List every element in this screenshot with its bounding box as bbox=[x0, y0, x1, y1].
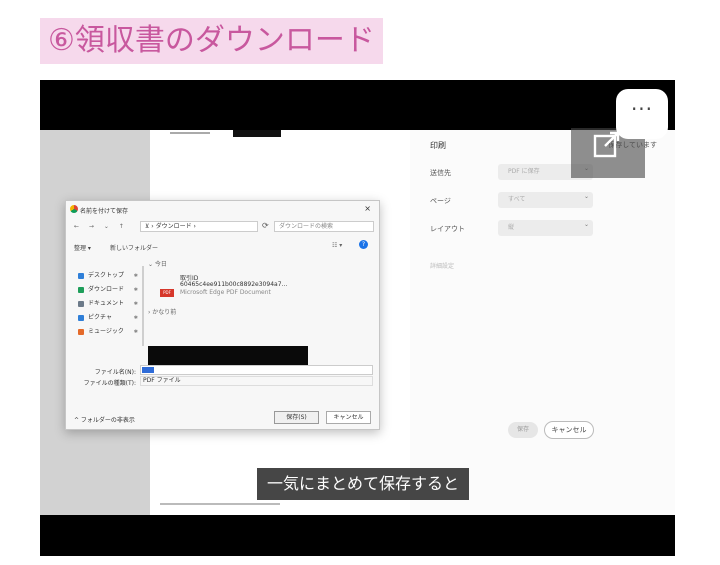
help-icon[interactable]: ? bbox=[359, 240, 368, 249]
print-save-button[interactable]: 保存 bbox=[508, 422, 538, 438]
pdf-icon: PDF bbox=[160, 289, 174, 297]
print-title: 印刷 bbox=[430, 141, 446, 150]
filetype-select[interactable]: PDF ファイル bbox=[140, 376, 373, 386]
section-heading: ⑥領収書のダウンロード bbox=[40, 18, 383, 64]
cancel-button[interactable]: キャンセル bbox=[326, 411, 371, 424]
new-folder-button[interactable]: 新しいフォルダー bbox=[110, 243, 158, 252]
address-bar[interactable]: ⊻ › ダウンロード › bbox=[140, 221, 258, 232]
filetype-label: ファイルの種類(T): bbox=[83, 380, 136, 387]
sidebar-item-documents[interactable]: ドキュメント bbox=[76, 297, 138, 311]
sidebar-item-music[interactable]: ミュージック bbox=[76, 325, 138, 339]
redaction-bar bbox=[233, 130, 281, 137]
organize-button[interactable]: 整理 ▾ bbox=[74, 243, 91, 252]
sidebar-item-pictures[interactable]: ピクチャ bbox=[76, 311, 138, 325]
layout-select[interactable]: 縦 bbox=[498, 217, 593, 236]
video-subtitle: 一気にまとめて保存すると bbox=[257, 468, 470, 500]
refresh-icon[interactable]: ⟳ bbox=[262, 221, 269, 230]
sidebar-scrollbar[interactable] bbox=[142, 266, 144, 346]
print-cancel-button[interactable]: キャンセル bbox=[544, 421, 594, 439]
open-external-icon[interactable] bbox=[592, 131, 622, 159]
video-frame: 印刷 保存しています 送信先 PDF に保存 ページ すべて レイアウト 縦 詳… bbox=[40, 130, 675, 515]
dialog-sidebar: デスクトップ ダウンロード ドキュメント ピクチャ ミュージック bbox=[76, 269, 138, 339]
nav-arrows[interactable]: ← → ⌄ ↑ bbox=[74, 223, 128, 230]
destination-label: 送信先 bbox=[430, 169, 451, 177]
dialog-footer: ^ フォルダーの非表示 保存(S) キャンセル bbox=[66, 406, 379, 431]
search-input[interactable]: ダウンロードの検索 bbox=[274, 221, 374, 232]
text-selection bbox=[142, 367, 154, 373]
dialog-title: 名前を付けて保存 bbox=[80, 208, 129, 215]
sidebar-item-desktop[interactable]: デスクトップ bbox=[76, 269, 138, 283]
group-today[interactable]: ⌄ 今日 bbox=[148, 259, 167, 268]
advanced-settings[interactable]: 詳細設定 bbox=[430, 261, 454, 270]
doc-header-line bbox=[170, 132, 210, 134]
sidebar-item-downloads[interactable]: ダウンロード bbox=[76, 283, 138, 297]
save-button[interactable]: 保存(S) bbox=[274, 411, 319, 424]
layout-label: レイアウト bbox=[430, 225, 465, 233]
view-options-icon[interactable]: ☷ ▾ bbox=[332, 242, 342, 249]
group-older[interactable]: › かなり前 bbox=[148, 307, 176, 316]
filename-input[interactable] bbox=[140, 365, 373, 375]
file-name-line2[interactable]: 60465c4ee911b00c8892e3094a7... bbox=[180, 281, 287, 288]
print-panel: 印刷 保存しています 送信先 PDF に保存 ページ すべて レイアウト 縦 詳… bbox=[410, 130, 675, 515]
file-type-label: Microsoft Edge PDF Document bbox=[180, 289, 271, 296]
doc-footer-line bbox=[160, 503, 280, 505]
close-icon[interactable]: × bbox=[364, 204, 371, 213]
save-as-dialog: 名前を付けて保存 × ← → ⌄ ↑ ⊻ › ダウンロード › ⟳ ダウンロード… bbox=[65, 200, 380, 430]
video-player[interactable]: 印刷 保存しています 送信先 PDF に保存 ページ すべて レイアウト 縦 詳… bbox=[40, 80, 675, 556]
filename-label: ファイル名(N): bbox=[94, 369, 136, 376]
hide-folders-toggle[interactable]: ^ フォルダーの非表示 bbox=[74, 415, 135, 424]
more-options-button[interactable]: ··· bbox=[616, 89, 668, 139]
chrome-icon bbox=[70, 205, 78, 213]
pages-label: ページ bbox=[430, 197, 451, 205]
pages-select[interactable]: すべて bbox=[498, 189, 593, 208]
